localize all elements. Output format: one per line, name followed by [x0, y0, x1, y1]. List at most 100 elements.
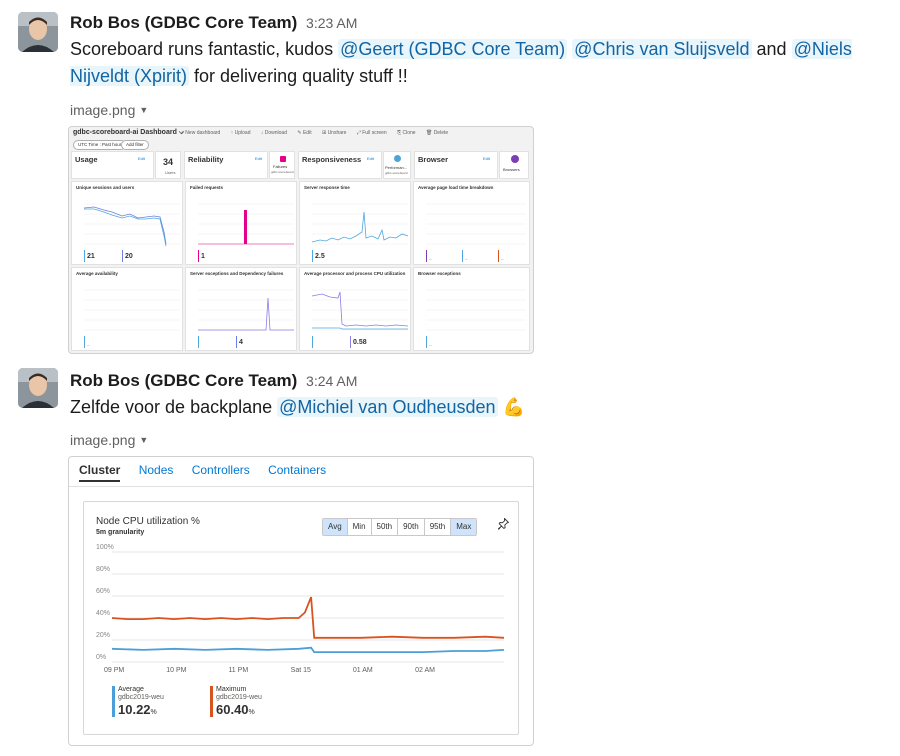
chart-tile-server-response: Server response time 2.5 [299, 181, 411, 265]
toolbar-item: ↑ Upload [230, 130, 251, 136]
tile-performance: Performan... gdbc-scoreboard [383, 151, 411, 179]
availability-chart [84, 289, 180, 348]
message-1: Rob Bos (GDBC Core Team) 3:23 AM Scorebo… [0, 0, 900, 360]
legend-source: gdbc2019-weu [216, 694, 262, 701]
avatar[interactable] [18, 12, 58, 52]
timestamp[interactable]: 3:23 AM [306, 15, 357, 31]
tab-nodes[interactable]: Nodes [139, 463, 174, 477]
browser-icon [511, 155, 519, 163]
y-tick-label: 60% [96, 588, 110, 595]
chart-tile-cpu: Average processor and process CPU utiliz… [299, 267, 411, 351]
chart-tile-title: Unique sessions and users [76, 185, 135, 190]
legend-source: gdbc2019-weu [118, 694, 164, 701]
author-name[interactable]: Rob Bos (GDBC Core Team) [70, 371, 297, 390]
flexed-biceps-emoji: 💪 [502, 397, 525, 417]
message-text: Scoreboard runs fantastic, kudos @Geert … [70, 36, 890, 90]
chart-tile-title: Average availability [76, 271, 118, 276]
legend-swatch [112, 686, 115, 717]
attachment-toggle[interactable]: image.png ▼ [70, 432, 148, 448]
chart-tile-value: 21 [87, 253, 95, 260]
legend-label: Average [118, 686, 144, 693]
chart-tile-value: -- [501, 256, 504, 261]
legend-average: Average gdbc2019-weu 10.22% [112, 686, 164, 721]
tile-value: 34 [163, 157, 174, 167]
y-tick-label: 80% [96, 566, 110, 573]
attachment-toggle[interactable]: image.png ▼ [70, 102, 148, 118]
chart-tile-value: -- [87, 342, 90, 347]
tab-containers[interactable]: Containers [268, 463, 326, 477]
avatar[interactable] [18, 368, 58, 408]
timestamp[interactable]: 3:24 AM [306, 373, 357, 389]
tile-title: Usage [75, 155, 98, 164]
attachment-name: image.png [70, 432, 136, 448]
author-name[interactable]: Rob Bos (GDBC Core Team) [70, 13, 297, 32]
dashboard-title: gdbc-scoreboard-ai Dashboard ⌵ [73, 129, 185, 136]
tile-value: Performan... [385, 165, 408, 170]
y-tick-label: 100% [96, 544, 114, 551]
edit-link: Edit [138, 156, 145, 161]
chart-tile-value: 0.58 [353, 339, 367, 346]
chart-tile-failed-requests: Failed requests 1 [185, 181, 297, 265]
dashboard-screenshot[interactable]: gdbc-scoreboard-ai Dashboard ⌵ + New das… [68, 126, 534, 354]
chart-tile-value: 4 [239, 339, 243, 346]
edit-link: Edit [483, 156, 490, 161]
toolbar-item: ⊞ Unshare [321, 130, 347, 136]
toolbar-item: 🗑 Delete [425, 130, 449, 136]
tile-label: Users [165, 170, 176, 175]
toolbar-item: ⤢ Full screen [356, 130, 387, 136]
chart-tile-value: 2.5 [315, 253, 325, 260]
legend-maximum: Maximum gdbc2019-weu 60.40% [210, 686, 262, 721]
x-tick-label: 09 PM [104, 667, 124, 674]
tile-reliability: Reliability Edit [184, 151, 268, 179]
text-segment: for delivering quality stuff !! [189, 66, 408, 86]
legend-swatch [210, 686, 213, 717]
tile-title: Reliability [188, 155, 224, 164]
chart-tile-title: Average page load time breakdown [418, 185, 494, 190]
chart-tile-value: 20 [125, 253, 133, 260]
toolbar-item: + New dashboard [181, 130, 221, 136]
y-tick-label: 40% [96, 610, 110, 617]
x-tick-label: 02 AM [415, 667, 435, 674]
tile-title: Responsiveness [302, 155, 362, 164]
text-segment: and [751, 39, 792, 59]
tile-usage: Usage Edit [71, 151, 154, 179]
tile-value: Browsers [503, 167, 520, 172]
edit-link: Edit [255, 156, 262, 161]
tile-label: gdbc-scoreboard [271, 170, 294, 174]
tile-users: 34 Users [155, 151, 181, 179]
cluster-screenshot[interactable]: Cluster Nodes Controllers Containers Nod… [68, 456, 534, 746]
chart-tile-value: -- [429, 342, 432, 347]
chart-tile-title: Server response time [304, 185, 350, 190]
caret-down-icon: ▼ [139, 105, 149, 115]
tab-controllers[interactable]: Controllers [192, 463, 250, 477]
x-tick-label: 11 PM [228, 667, 248, 674]
node-cpu-card: Node CPU utilization % 5m granularity Av… [83, 501, 519, 735]
attachment-name: image.png [70, 102, 136, 118]
legend-label: Maximum [216, 686, 247, 693]
toolbar-item: ↓ Download [260, 130, 287, 136]
mention-michiel[interactable]: @Michiel van Oudheusden [277, 397, 498, 417]
chart-tile-title: Average processor and process CPU utiliz… [304, 271, 406, 276]
message-text: Zelfde voor de backplane @Michiel van Ou… [70, 394, 890, 421]
chart-tile-availability: Average availability -- [71, 267, 183, 351]
mention-chris[interactable]: @Chris van Sluijsveld [572, 39, 752, 59]
page-load-chart [426, 203, 526, 262]
message-header: Rob Bos (GDBC Core Team) 3:24 AM [70, 370, 357, 392]
edit-link: Edit [367, 156, 374, 161]
text-segment: Zelfde voor de backplane [70, 397, 278, 417]
cluster-tabs: Cluster Nodes Controllers Containers [79, 463, 341, 482]
chart-tile-exceptions: Server exceptions and Dependency failure… [185, 267, 297, 351]
chart-tile-browser-exceptions: Browser exceptions -- [413, 267, 530, 351]
tile-browsers: Browsers [499, 151, 529, 179]
x-tick-label: 01 AM [353, 667, 373, 674]
mention-geert[interactable]: @Geert (GDBC Core Team) [338, 39, 568, 59]
x-tick-label: Sat 15 [291, 667, 311, 674]
y-tick-label: 20% [96, 632, 110, 639]
chart-tile-title: Server exceptions and Dependency failure… [190, 271, 284, 276]
series-line-average [111, 646, 505, 654]
tile-label: gdbc-scoreboard [385, 171, 408, 175]
tile-failures: Failures gdbc-scoreboard [269, 151, 295, 179]
tab-cluster[interactable]: Cluster [79, 463, 121, 482]
tile-value: Failures [273, 164, 288, 169]
avatar-image [18, 12, 58, 52]
